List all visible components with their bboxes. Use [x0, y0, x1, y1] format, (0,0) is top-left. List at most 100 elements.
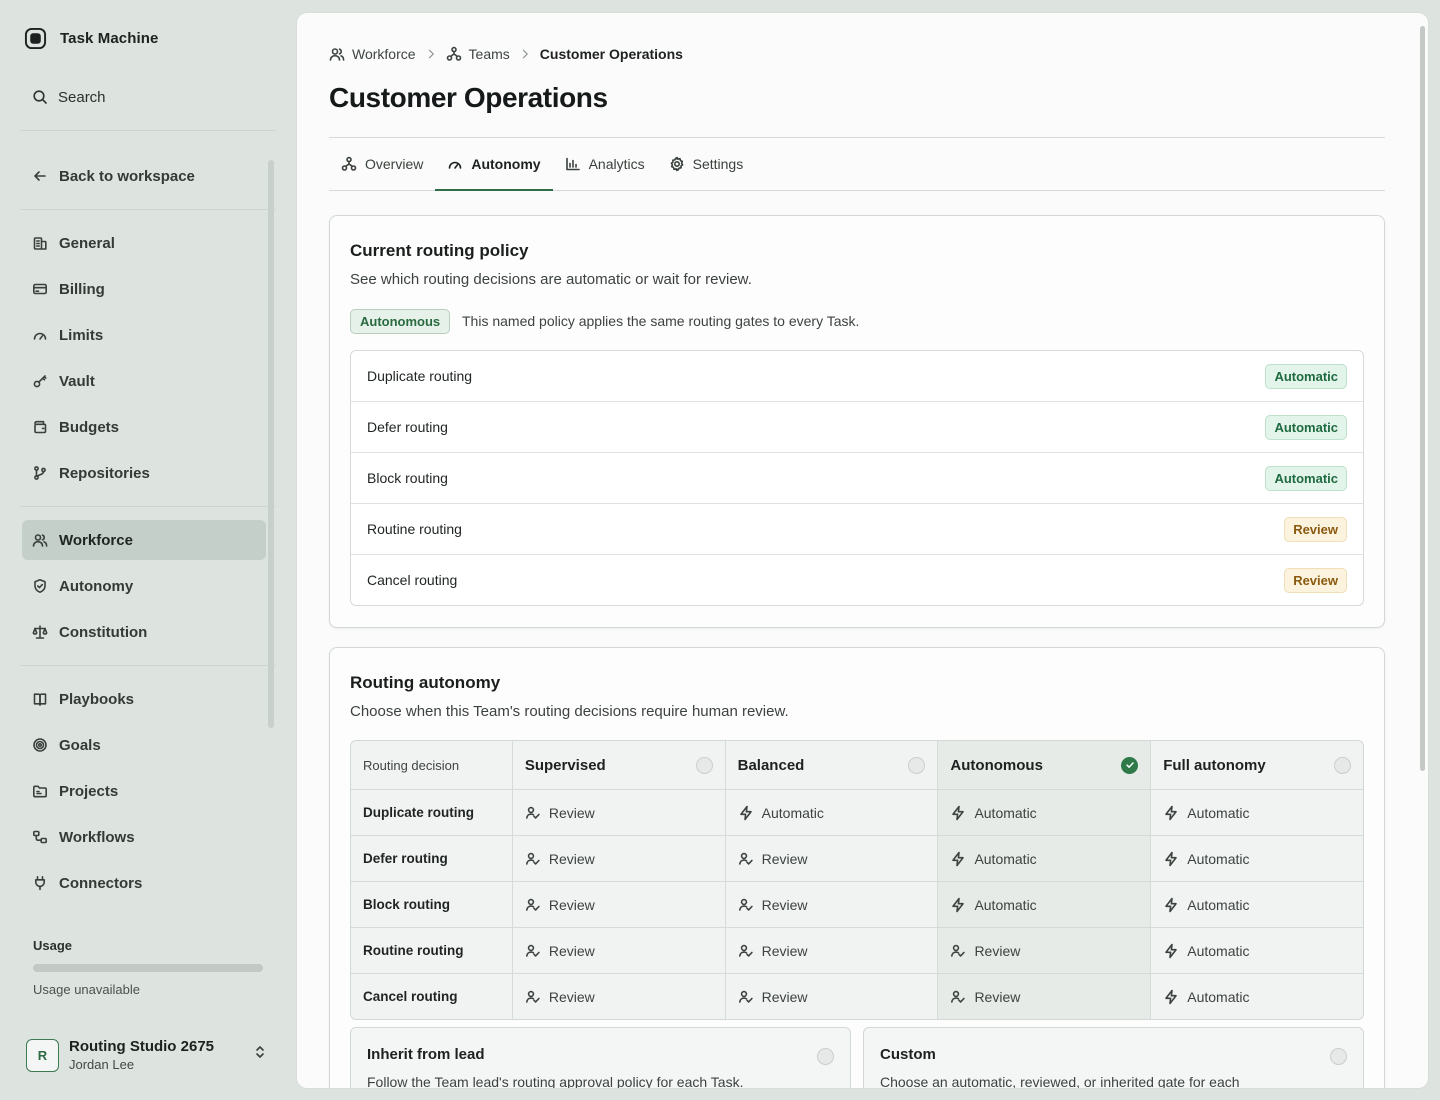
- gear-icon: [669, 156, 685, 172]
- review-icon: [738, 851, 754, 867]
- tab-autonomy[interactable]: Autonomy: [435, 138, 553, 191]
- sidebar-item-projects[interactable]: Projects: [22, 771, 266, 811]
- main-scrollbar[interactable]: [1420, 26, 1425, 771]
- zap-icon: [1163, 897, 1179, 913]
- gate-cell: Automatic: [724, 790, 938, 835]
- sidebar-nav: Back to workspace General Billing Limits Vau…: [0, 150, 296, 920]
- breadcrumb: Workforce Teams Customer Operations: [329, 46, 683, 62]
- column-full-autonomy[interactable]: Full autonomy: [1150, 741, 1363, 789]
- review-icon: [525, 851, 541, 867]
- card-subtitle: Choose when this Team's routing decision…: [350, 703, 789, 720]
- routing-decision-label: Duplicate routing: [363, 805, 474, 820]
- nav-label: General: [59, 234, 115, 252]
- tab-label: Settings: [692, 156, 744, 172]
- zap-icon: [1163, 989, 1179, 1005]
- shield-icon: [32, 578, 48, 594]
- sidebar-scrollbar[interactable]: [268, 160, 274, 728]
- option-description: Choose an automatic, reviewed, or inheri…: [880, 1074, 1240, 1088]
- chevron-right-icon: [519, 48, 531, 60]
- zap-icon: [738, 805, 754, 821]
- routing-decision-label: Block routing: [363, 897, 450, 912]
- column-label: Full autonomy: [1163, 756, 1266, 774]
- routing-autonomy-card: Routing autonomy Choose when this Team's…: [329, 647, 1385, 1088]
- gate-cell: Automatic: [1150, 836, 1363, 881]
- breadcrumb-teams[interactable]: Teams: [446, 46, 510, 62]
- brand[interactable]: Task Machine: [24, 27, 158, 50]
- gate-cell: Review: [937, 974, 1151, 1019]
- gate-value: Review: [548, 850, 595, 867]
- routing-decision-label: Routine routing: [363, 943, 464, 958]
- card-title: Routing autonomy: [350, 673, 501, 692]
- routing-decision-cell: Block routing: [351, 882, 512, 927]
- option-radio[interactable]: [695, 756, 713, 774]
- gate-value: Review: [974, 988, 1021, 1005]
- review-icon: [738, 897, 754, 913]
- routing-gate-row: Block routing Automatic: [351, 452, 1363, 503]
- app-logo-icon: [24, 27, 47, 50]
- divider: [20, 506, 276, 507]
- sidebar-item-vault[interactable]: Vault: [22, 361, 266, 401]
- card-title: Current routing policy: [350, 241, 529, 260]
- column-balanced[interactable]: Balanced: [724, 741, 938, 789]
- column-supervised[interactable]: Supervised: [511, 741, 725, 789]
- sidebar-item-workforce[interactable]: Workforce: [22, 520, 266, 560]
- custom-option[interactable]: Custom Choose an automatic, reviewed, or…: [863, 1027, 1364, 1088]
- nav-label: Constitution: [59, 623, 148, 641]
- account-switcher[interactable]: R Routing Studio 2675 Jordan Lee: [26, 1032, 270, 1078]
- column-autonomous[interactable]: Autonomous: [937, 741, 1151, 789]
- sidebar-item-billing[interactable]: Billing: [22, 269, 266, 309]
- nav-label: Back to workspace: [59, 167, 195, 185]
- matrix-header-label: Routing decision: [363, 757, 460, 773]
- checkmark-icon[interactable]: [1121, 756, 1139, 774]
- gate-cell: Review: [724, 882, 938, 927]
- sidebar-item-repositories[interactable]: Repositories: [22, 453, 266, 493]
- page-title: Customer Operations: [329, 82, 608, 113]
- sidebar-item-connectors[interactable]: Connectors: [22, 863, 266, 903]
- option-radio[interactable]: [817, 1048, 834, 1065]
- routing-decision-label: Cancel routing: [363, 989, 458, 1004]
- sidebar-item-workflows[interactable]: Workflows: [22, 817, 266, 857]
- zap-icon: [950, 897, 966, 913]
- gate-cell: Automatic: [1150, 790, 1363, 835]
- tab-analytics[interactable]: Analytics: [553, 138, 657, 190]
- inherit-from-lead-option[interactable]: Inherit from lead Follow the Team lead's…: [350, 1027, 851, 1088]
- credit-card-icon: [32, 281, 48, 297]
- tab-bar: Overview Autonomy Analytics Settings: [329, 138, 1385, 191]
- option-radio[interactable]: [908, 756, 926, 774]
- review-icon: [950, 943, 966, 959]
- zap-icon: [1163, 851, 1179, 867]
- option-title: Custom: [880, 1046, 936, 1063]
- breadcrumb-current: Customer Operations: [539, 46, 683, 62]
- routing-gate-name: Routine routing: [367, 521, 462, 537]
- search-button[interactable]: Search: [24, 83, 276, 111]
- nav-label: Billing: [59, 280, 105, 298]
- team-icon: [341, 156, 357, 172]
- divider: [20, 665, 276, 666]
- sidebar-item-budgets[interactable]: Budgets: [22, 407, 266, 447]
- sidebar-item-general[interactable]: General: [22, 223, 266, 263]
- status-badge: Automatic: [1265, 465, 1347, 491]
- routing-decision-cell: Duplicate routing: [351, 790, 512, 835]
- back-to-workspace[interactable]: Back to workspace: [22, 156, 266, 196]
- sidebar-item-limits[interactable]: Limits: [22, 315, 266, 355]
- option-radio[interactable]: [1330, 1048, 1347, 1065]
- breadcrumb-workforce[interactable]: Workforce: [329, 46, 416, 62]
- key-icon: [32, 373, 48, 389]
- tab-overview[interactable]: Overview: [329, 138, 435, 190]
- routing-gate-name: Block routing: [367, 470, 448, 486]
- column-label: Supervised: [524, 756, 606, 774]
- tab-settings[interactable]: Settings: [657, 138, 756, 190]
- gate-cell: Review: [511, 882, 725, 927]
- sidebar-item-playbooks[interactable]: Playbooks: [22, 679, 266, 719]
- chevron-up-down-icon: [252, 1044, 268, 1060]
- sidebar-item-constitution[interactable]: Constitution: [22, 612, 266, 652]
- status-badge: Review: [1284, 567, 1347, 593]
- nav-label: Workflows: [59, 828, 135, 846]
- gate-value: Review: [548, 804, 595, 821]
- sidebar-item-autonomy[interactable]: Autonomy: [22, 566, 266, 606]
- gate-value: Automatic: [1187, 988, 1250, 1005]
- sidebar-item-goals[interactable]: Goals: [22, 725, 266, 765]
- routing-gate-name: Duplicate routing: [367, 368, 473, 384]
- option-radio[interactable]: [1334, 756, 1352, 774]
- gate-cell: Automatic: [937, 836, 1151, 881]
